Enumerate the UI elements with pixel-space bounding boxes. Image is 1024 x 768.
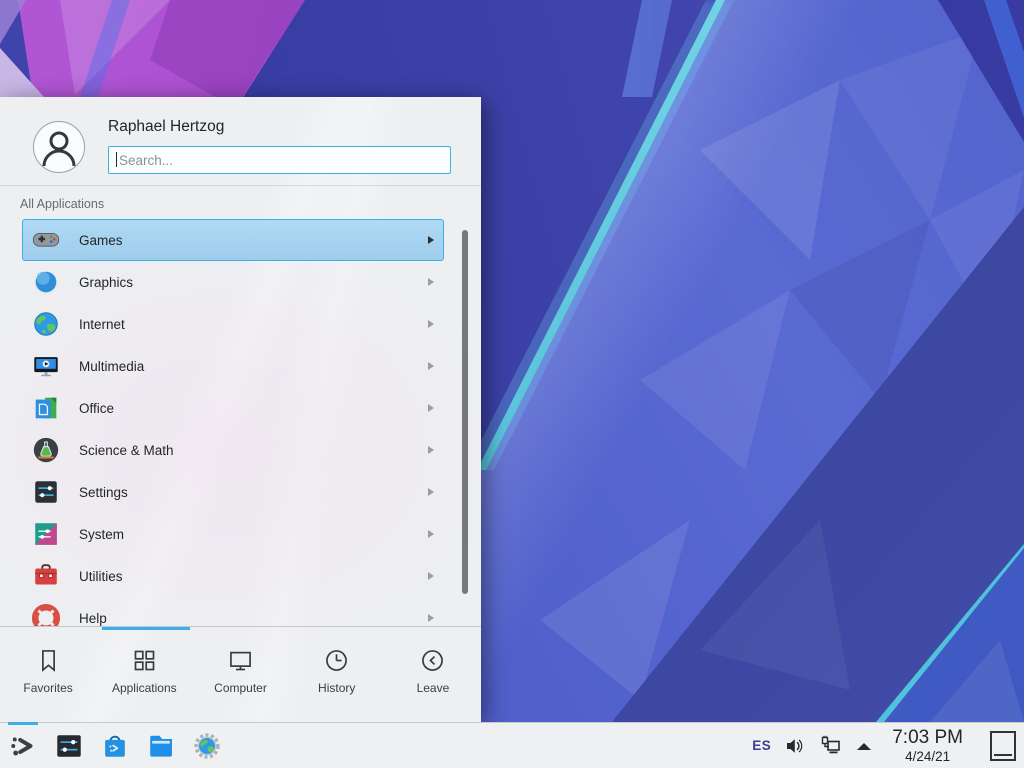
tab-applications[interactable]: Applications [96,628,192,722]
user-name: Raphael Hertzog [108,118,224,136]
category-row-help[interactable]: Help [22,597,444,626]
search-box [108,146,451,174]
launcher-tab-bar: Favorites Applications Computer [0,628,481,722]
taskbar-panel: ES [0,722,1024,768]
avatar[interactable] [33,121,85,173]
web-browser-button[interactable] [192,731,222,761]
sliders-icon [31,477,61,507]
wired-network-icon [819,734,842,757]
clock-time: 7:03 PM [892,728,963,747]
tab-leave[interactable]: Leave [385,628,481,722]
media-player-icon [31,351,61,381]
globe-icon [31,309,61,339]
search-input[interactable] [109,147,450,173]
keyboard-layout-indicator[interactable]: ES [752,738,771,753]
header-divider [0,185,481,186]
submenu-arrow-icon [428,572,434,580]
tab-computer[interactable]: Computer [192,628,288,722]
kde-launcher-icon [8,731,38,761]
network-button[interactable] [819,734,842,757]
category-label: Internet [79,317,125,332]
submenu-arrow-icon [428,236,434,244]
submenu-arrow-icon [428,362,434,370]
category-row-science-math[interactable]: Science & Math [22,429,444,471]
leave-circle-icon [419,647,446,674]
submenu-arrow-icon [428,488,434,496]
footer-divider [0,626,481,627]
section-label: All Applications [20,197,104,211]
category-label: Games [79,233,123,248]
application-category-list: Games Graphics [0,219,481,626]
tab-label: History [318,681,355,695]
category-row-internet[interactable]: Internet [22,303,444,345]
submenu-arrow-icon [428,446,434,454]
clock-icon [323,647,350,674]
category-row-utilities[interactable]: Utilities [22,555,444,597]
gamepad-icon [31,225,61,255]
tab-label: Favorites [23,681,72,695]
show-desktop-button[interactable] [990,731,1016,761]
submenu-arrow-icon [428,278,434,286]
toolbox-icon [31,561,61,591]
active-task-indicator [8,722,38,725]
flask-icon [31,435,61,465]
discover-bag-icon [100,731,130,761]
category-label: Science & Math [79,443,174,458]
system-settings-icon [54,731,84,761]
tab-label: Leave [417,681,450,695]
tab-favorites[interactable]: Favorites [0,628,96,722]
documents-icon [31,393,61,423]
caret-up-icon [855,740,873,752]
discover-button[interactable] [100,731,130,761]
monitor-icon [227,647,254,674]
tab-label: Applications [112,681,177,695]
category-row-office[interactable]: Office [22,387,444,429]
category-label: System [79,527,124,542]
tab-label: Computer [214,681,267,695]
expand-tray-button[interactable] [855,740,873,752]
folder-icon [146,731,176,761]
scrollbar[interactable] [462,230,468,594]
desktop: Raphael Hertzog All Applications Games [0,0,1024,768]
submenu-arrow-icon [428,614,434,622]
category-row-games[interactable]: Games [22,219,444,261]
user-icon [34,122,84,172]
volume-icon [784,735,806,757]
category-label: Help [79,611,107,626]
category-label: Office [79,401,114,416]
file-manager-button[interactable] [146,731,176,761]
category-row-settings[interactable]: Settings [22,471,444,513]
launcher-header: Raphael Hertzog [0,97,481,185]
tab-history[interactable]: History [289,628,385,722]
digital-clock[interactable]: 7:03 PM 4/24/21 [892,728,963,764]
lifebuoy-icon [31,603,61,626]
paint-sphere-icon [31,267,61,297]
clock-date: 4/24/21 [892,750,963,764]
application-launcher-button[interactable] [8,731,38,761]
system-sliders-icon [31,519,61,549]
category-label: Utilities [79,569,123,584]
application-launcher-menu: Raphael Hertzog All Applications Games [0,97,481,722]
category-row-multimedia[interactable]: Multimedia [22,345,444,387]
submenu-arrow-icon [428,320,434,328]
category-label: Graphics [79,275,133,290]
category-label: Multimedia [79,359,144,374]
browser-globe-icon [192,731,222,761]
text-caret [116,152,117,167]
category-row-system[interactable]: System [22,513,444,555]
app-grid-icon [131,647,158,674]
taskbar-app-icons [0,731,222,761]
system-settings-button[interactable] [54,731,84,761]
submenu-arrow-icon [428,404,434,412]
category-label: Settings [79,485,128,500]
category-row-graphics[interactable]: Graphics [22,261,444,303]
volume-button[interactable] [784,735,806,757]
bookmark-icon [35,647,62,674]
submenu-arrow-icon [428,530,434,538]
system-tray: ES [752,728,1024,764]
